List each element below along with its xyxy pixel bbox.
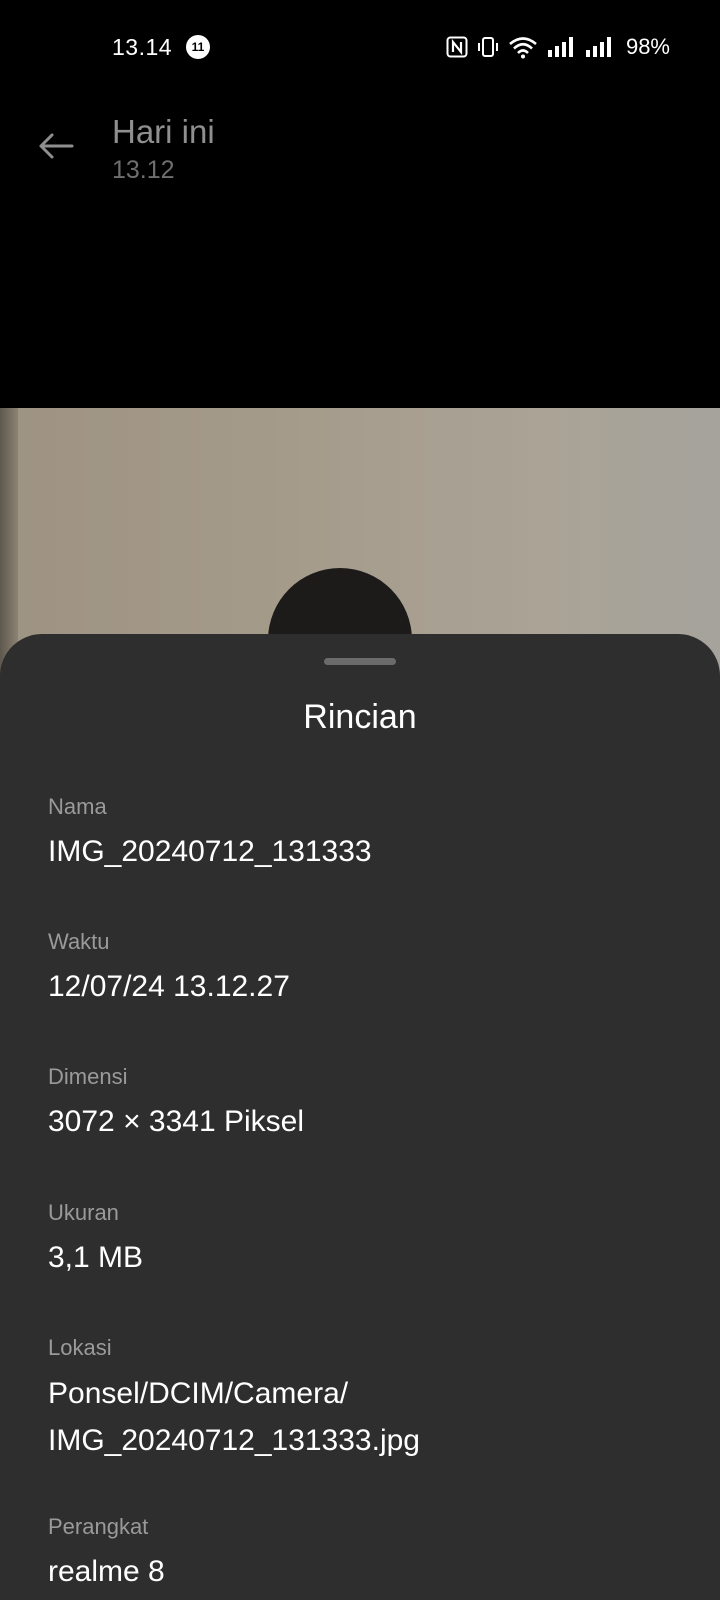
vibrate-icon <box>476 36 500 58</box>
name-label: Nama <box>48 794 107 819</box>
location-value-line-2: IMG_20240712_131333.jpg <box>48 1424 420 1457</box>
app-header: Hari ini 13.12 <box>0 96 720 206</box>
location-label: Lokasi <box>48 1335 112 1360</box>
size-label: Ukuran <box>48 1200 119 1225</box>
wifi-icon <box>508 35 538 59</box>
time-value: 12/07/24 13.12.27 <box>48 970 290 1003</box>
dimension-label: Dimensi <box>48 1064 128 1089</box>
size-value: 3,1 MB <box>48 1241 144 1274</box>
header-title: Hari ini <box>112 113 215 150</box>
device-label: Perangkat <box>48 1514 149 1539</box>
photo-details-screen: 13.14 11 98% Hari ini 13.12 Rincian Nama… <box>0 0 720 1600</box>
signal-sim1-icon <box>546 36 576 58</box>
battery-level: 98% <box>625 34 670 59</box>
header-subtitle: 13.12 <box>112 156 175 184</box>
dimension-value: 3072 × 3341 Piksel <box>48 1105 305 1138</box>
device-value: realme 8 <box>48 1555 165 1588</box>
details-title: Rincian <box>303 698 417 736</box>
status-time: 13.14 <box>112 34 173 60</box>
name-value: IMG_20240712_131333 <box>48 835 372 868</box>
status-icons: 98% <box>446 33 670 61</box>
sheet-drag-handle[interactable] <box>324 658 396 665</box>
time-label: Waktu <box>48 929 110 954</box>
status-bar: 13.14 11 98% <box>0 0 720 96</box>
details-sheet: Rincian Nama IMG_20240712_131333 Waktu 1… <box>0 634 720 1600</box>
back-button[interactable] <box>28 118 84 174</box>
nfc-icon <box>446 36 468 58</box>
notification-count-badge: 11 <box>186 35 210 59</box>
signal-sim2-icon <box>584 36 614 58</box>
location-value-line-1: Ponsel/DCIM/Camera/ <box>48 1377 349 1410</box>
arrow-left-icon <box>39 133 74 159</box>
